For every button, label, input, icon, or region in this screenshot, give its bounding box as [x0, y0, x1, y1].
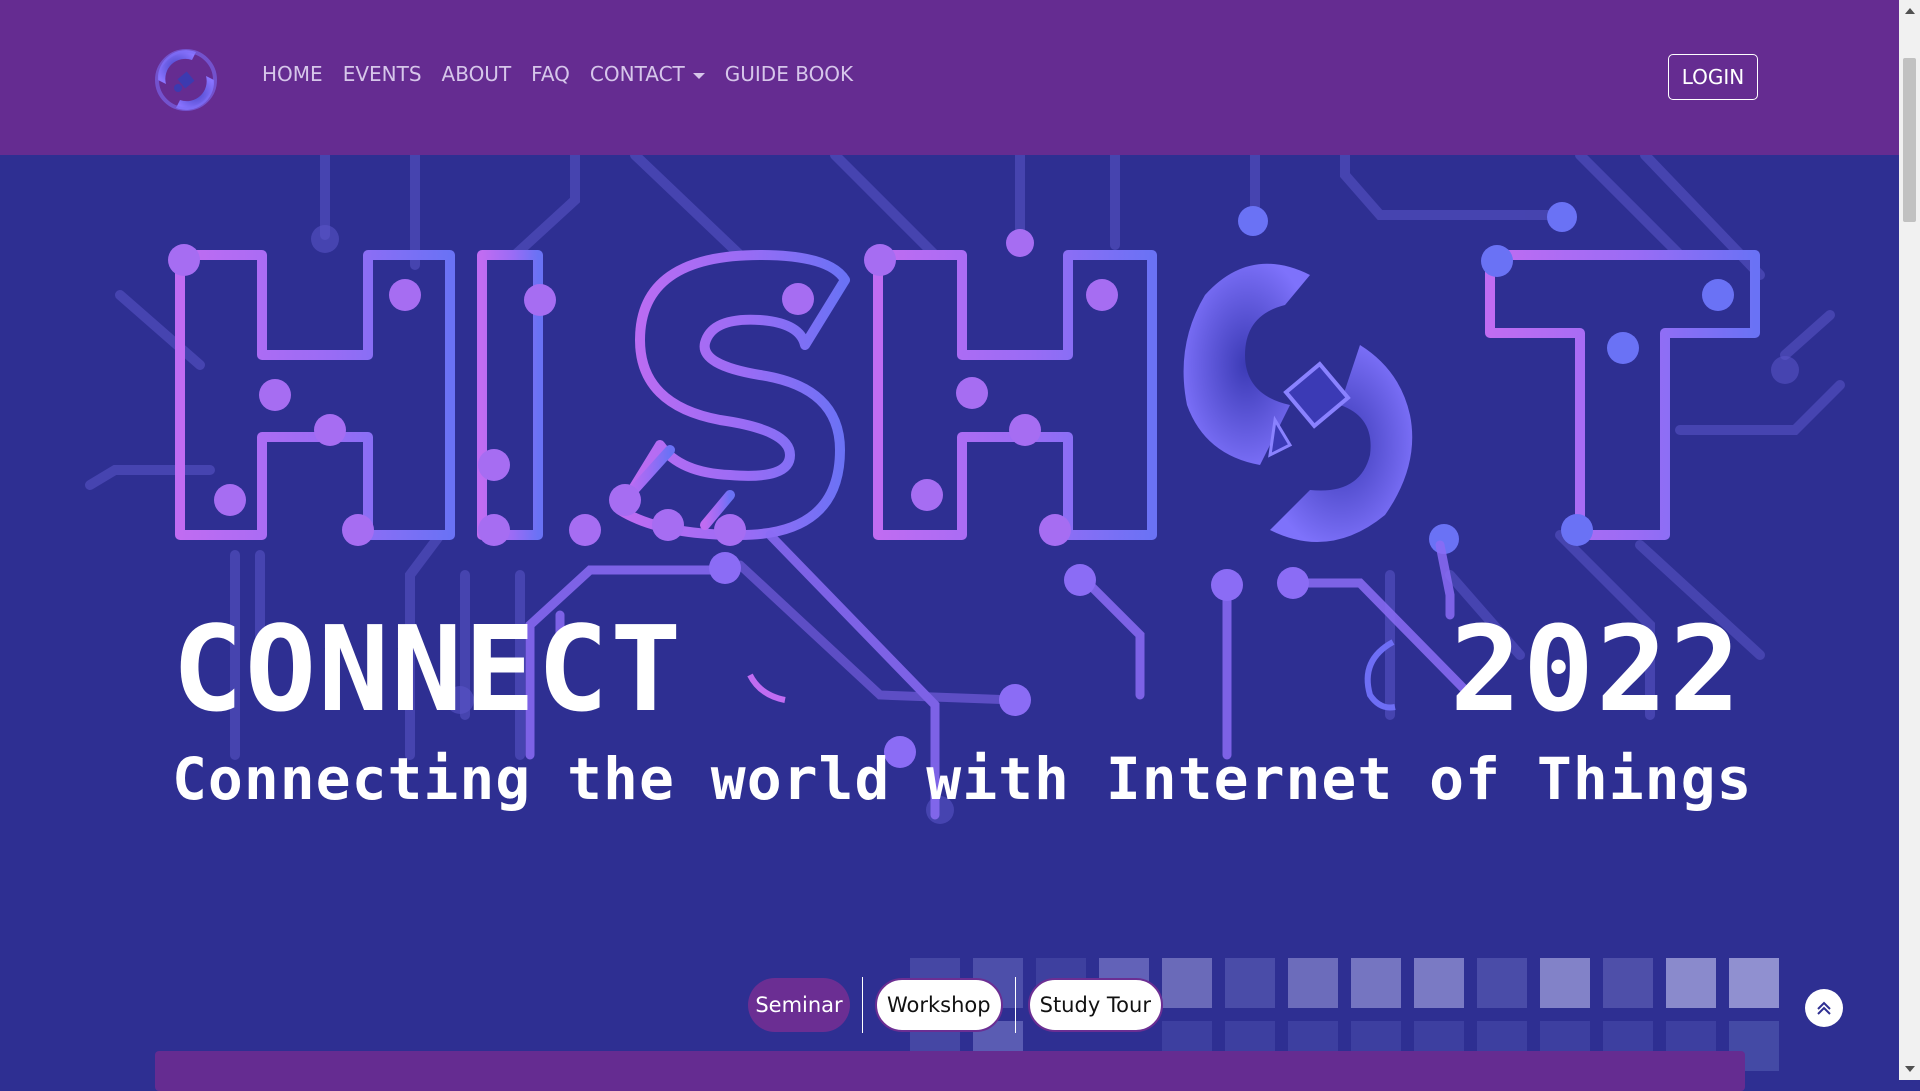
top-navbar: HOME EVENTS ABOUT FAQ CONTACT GUIDE BOOK… — [0, 0, 1899, 155]
login-button[interactable]: LOGIN — [1668, 54, 1758, 100]
page-scrollbar[interactable] — [1899, 0, 1920, 1080]
nav-contact-label: CONTACT — [589, 62, 685, 86]
main-nav: HOME EVENTS ABOUT FAQ CONTACT GUIDE BOOK — [262, 62, 873, 86]
nav-home-link[interactable]: HOME — [262, 62, 323, 86]
tab-workshop[interactable]: Workshop — [875, 978, 1003, 1032]
satellite-o-icon — [1183, 263, 1413, 542]
scroll-to-top-button[interactable] — [1805, 989, 1843, 1027]
hero-year-text: 2022 — [1450, 600, 1743, 738]
hero-banner: CONNECT 2022 Connecting the world with I… — [0, 155, 1899, 1080]
scroll-down-arrow-icon[interactable] — [1905, 1066, 1915, 1072]
nav-contact-dropdown[interactable]: CONTACT — [590, 62, 705, 86]
nav-about-link[interactable]: ABOUT — [442, 62, 512, 86]
scrollbar-thumb[interactable] — [1903, 58, 1916, 222]
nav-guide-book-link[interactable]: GUIDE BOOK — [725, 62, 853, 86]
event-tabs: Seminar Workshop Study Tour — [748, 977, 1163, 1033]
satellite-logo-icon[interactable] — [144, 38, 228, 122]
nav-events-link[interactable]: EVENTS — [343, 62, 422, 86]
double-chevron-up-icon — [1817, 1001, 1831, 1015]
tab-study-tour[interactable]: Study Tour — [1027, 978, 1163, 1032]
nav-faq-link[interactable]: FAQ — [531, 62, 570, 86]
caret-down-icon — [692, 72, 705, 79]
wordmark-node-dots — [168, 229, 1118, 546]
tab-divider — [862, 977, 863, 1033]
hero-tagline: Connecting the world with Internet of Th… — [172, 745, 1753, 813]
scroll-up-arrow-icon[interactable] — [1905, 8, 1915, 14]
event-content-panel — [155, 1051, 1745, 1091]
hero-connect-text: CONNECT — [172, 600, 684, 738]
tab-seminar[interactable]: Seminar — [748, 978, 850, 1032]
tab-divider — [1014, 977, 1016, 1033]
